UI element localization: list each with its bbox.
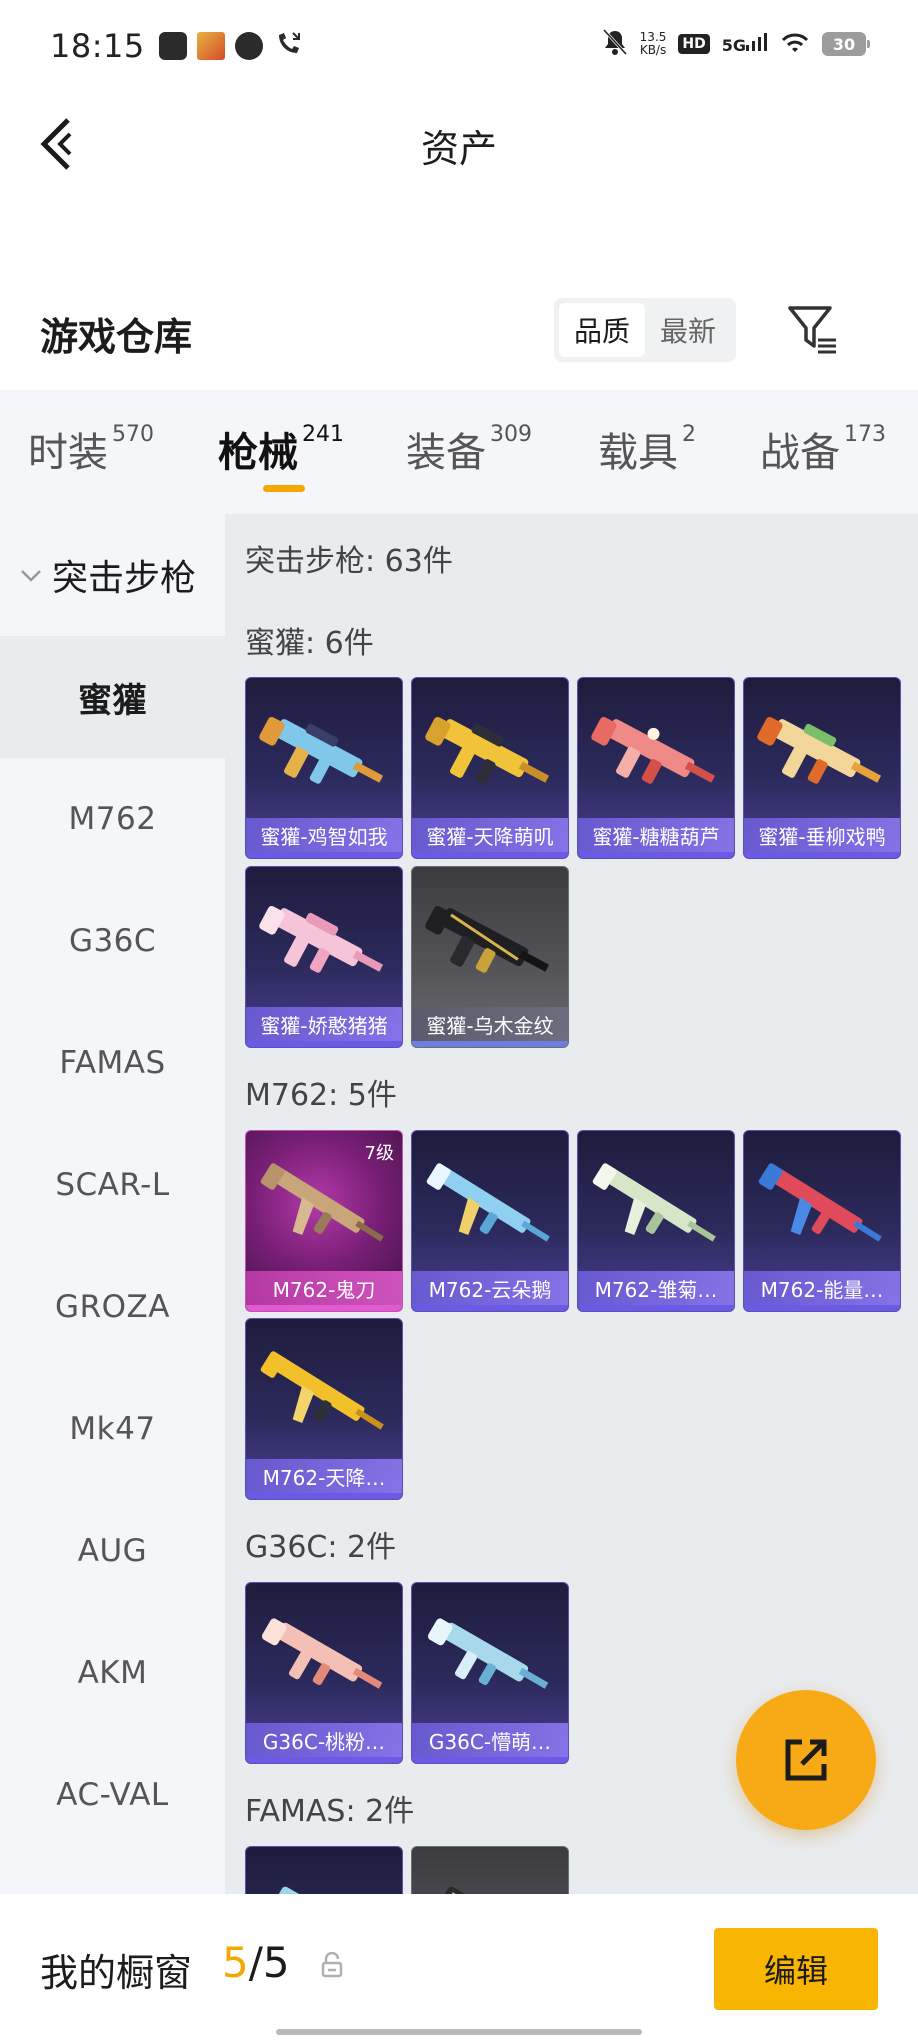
rifle-skin-image bbox=[758, 1163, 882, 1242]
showcase-bar: 我的橱窗 5/5 编辑 bbox=[0, 1894, 918, 2040]
sidebar-item-m762[interactable]: M762 bbox=[0, 758, 225, 880]
tab-firearms[interactable]: 枪械 241 bbox=[218, 420, 344, 478]
sidebar-item-mk47[interactable]: Mk47 bbox=[0, 1368, 225, 1490]
rifle-skin-image bbox=[259, 906, 384, 973]
sidebar-item-famas[interactable]: FAMAS bbox=[0, 1002, 225, 1124]
sort-newest-button[interactable]: 最新 bbox=[645, 303, 731, 357]
sidebar-item-scar-l[interactable]: SCAR-L bbox=[0, 1124, 225, 1246]
home-indicator[interactable] bbox=[276, 2029, 642, 2035]
weapon-card[interactable]: 蜜獾-糖糖葫芦 bbox=[577, 677, 735, 859]
weapon-list: 突击步枪: 63件 蜜獾: 6件 蜜獾-鸡智如我 蜜獾-天降萌叽 蜜獾-糖糖葫芦… bbox=[225, 514, 918, 1894]
net-speed: 13.5 KB/s bbox=[639, 30, 667, 57]
status-time: 18:15 bbox=[50, 27, 145, 65]
section-title: M762: 5件 bbox=[245, 1078, 397, 1113]
rifle-skin-image bbox=[261, 1618, 383, 1689]
weapon-type-sidebar: 突击步枪 蜜獾 M762 G36C FAMAS SCAR-L GROZA Mk4… bbox=[0, 514, 225, 1894]
rifle-skin-image bbox=[757, 717, 882, 784]
sidebar-item-ac-val[interactable]: AC-VAL bbox=[0, 1734, 225, 1856]
rifle-skin-image bbox=[260, 1351, 384, 1430]
filter-button[interactable] bbox=[784, 300, 840, 356]
rifle-skin-image bbox=[591, 717, 716, 784]
weapon-card[interactable]: M762-天降… bbox=[245, 1318, 403, 1500]
mute-bell-icon bbox=[602, 28, 628, 60]
weapon-card[interactable] bbox=[245, 1846, 403, 1894]
warehouse-title: 游戏仓库 bbox=[40, 315, 193, 359]
sidebar-item-aug[interactable]: AUG bbox=[0, 1490, 225, 1612]
filter-icon bbox=[788, 306, 836, 354]
weapon-card[interactable]: G36C-桃粉… bbox=[245, 1582, 403, 1764]
weapon-card[interactable]: 蜜獾-垂柳戏鸭 bbox=[743, 677, 901, 859]
rifle-skin-image bbox=[259, 717, 384, 784]
weapon-card[interactable]: 蜜獾-天降萌叽 bbox=[411, 677, 569, 859]
external-link-icon bbox=[785, 1739, 827, 1781]
sidebar-item-akm[interactable]: AKM bbox=[0, 1612, 225, 1734]
lock-icon bbox=[321, 1952, 343, 1978]
battery-icon: 30 bbox=[822, 32, 870, 56]
status-bar: 18:15 13.5 KB/s HD 5G 30 bbox=[0, 0, 918, 92]
rifle-skin-image bbox=[426, 1163, 550, 1242]
weapon-card[interactable]: M762-云朵鹅 bbox=[411, 1130, 569, 1312]
section-title: FAMAS: 2件 bbox=[245, 1794, 415, 1829]
signal-icon: 5G bbox=[722, 33, 768, 55]
weapon-card[interactable]: G36C-懵萌… bbox=[411, 1582, 569, 1764]
rifle-skin-image bbox=[276, 1886, 363, 1894]
sidebar-item-groza[interactable]: GROZA bbox=[0, 1246, 225, 1368]
weapon-card[interactable]: 蜜獾-鸡智如我 bbox=[245, 677, 403, 859]
rifle-skin-image bbox=[592, 1163, 716, 1242]
tab-vehicles[interactable]: 载具 2 bbox=[598, 420, 696, 478]
weapon-card[interactable]: M762-能量… bbox=[743, 1130, 901, 1312]
rifle-skin-image bbox=[427, 1618, 549, 1689]
edit-button[interactable]: 编辑 bbox=[714, 1928, 878, 2010]
share-fab-button[interactable] bbox=[736, 1690, 876, 1830]
hd-badge: HD bbox=[678, 34, 710, 54]
weapon-card[interactable] bbox=[411, 1846, 569, 1894]
missed-call-icon bbox=[273, 29, 303, 63]
rifle-skin-image bbox=[425, 717, 550, 784]
weapon-card[interactable]: 蜜獾-乌木金纹 bbox=[411, 866, 569, 1048]
section-title: 蜜獾: 6件 bbox=[245, 626, 374, 661]
weapon-card[interactable]: 蜜獾-娇憨猪猪 bbox=[245, 866, 403, 1048]
tab-fashion[interactable]: 时装 570 bbox=[28, 420, 154, 478]
category-header[interactable]: 突击步枪 bbox=[0, 514, 225, 636]
game-notification-icon bbox=[196, 32, 225, 60]
sidebar-item-honey-badger[interactable]: 蜜獾 bbox=[0, 636, 225, 758]
section-title: G36C: 2件 bbox=[245, 1530, 397, 1565]
sidebar-item-g36c[interactable]: G36C bbox=[0, 880, 225, 1002]
rifle-skin-image bbox=[425, 906, 550, 973]
app-notification-icon bbox=[158, 32, 187, 60]
active-tab-indicator bbox=[263, 485, 305, 492]
sort-toggle: 品质 最新 bbox=[554, 298, 736, 362]
sort-quality-button[interactable]: 品质 bbox=[559, 303, 645, 357]
tab-equipment[interactable]: 装备 309 bbox=[406, 420, 532, 478]
chat-bubble-icon bbox=[234, 32, 263, 60]
weapon-card[interactable]: 7级 M762-鬼刀 bbox=[245, 1130, 403, 1312]
rifle-skin-image bbox=[260, 1163, 384, 1242]
tab-tactical[interactable]: 战备 173 bbox=[760, 420, 886, 478]
showcase-count: 5/5 bbox=[222, 1938, 290, 1987]
page-title: 资产 bbox=[420, 127, 497, 171]
weapon-card[interactable]: M762-雏菊… bbox=[577, 1130, 735, 1312]
category-summary: 突击步枪: 63件 bbox=[245, 544, 453, 579]
chevron-down-icon bbox=[21, 570, 41, 582]
rifle-skin-image bbox=[442, 1886, 529, 1894]
showcase-label: 我的橱窗 bbox=[40, 1951, 193, 1995]
wifi-icon bbox=[780, 30, 810, 58]
